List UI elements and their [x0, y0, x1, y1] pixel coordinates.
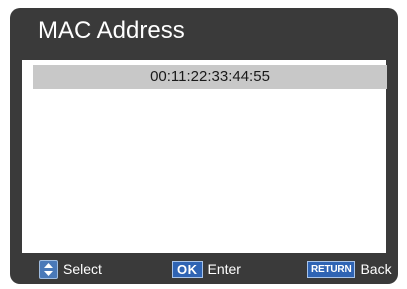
list-item-mac-address[interactable]: 00:11:22:33:44:55: [33, 65, 387, 89]
button-hint-bar: Select OK Enter RETURN Back: [10, 258, 398, 280]
content-panel: 00:11:22:33:44:55: [22, 60, 387, 253]
page-title: MAC Address: [38, 17, 185, 44]
select-hint: Select: [39, 258, 102, 280]
enter-label: Enter: [207, 261, 241, 277]
enter-hint: OK Enter: [172, 258, 241, 280]
ok-key-icon: OK: [172, 260, 203, 278]
back-hint: RETURN Back: [307, 258, 392, 280]
return-key-icon: RETURN: [307, 260, 356, 278]
osd-window: MAC Address 00:11:22:33:44:55 Select OK …: [10, 8, 398, 284]
back-label: Back: [360, 261, 392, 277]
updown-arrows-icon: [39, 259, 58, 279]
select-label: Select: [63, 261, 102, 277]
